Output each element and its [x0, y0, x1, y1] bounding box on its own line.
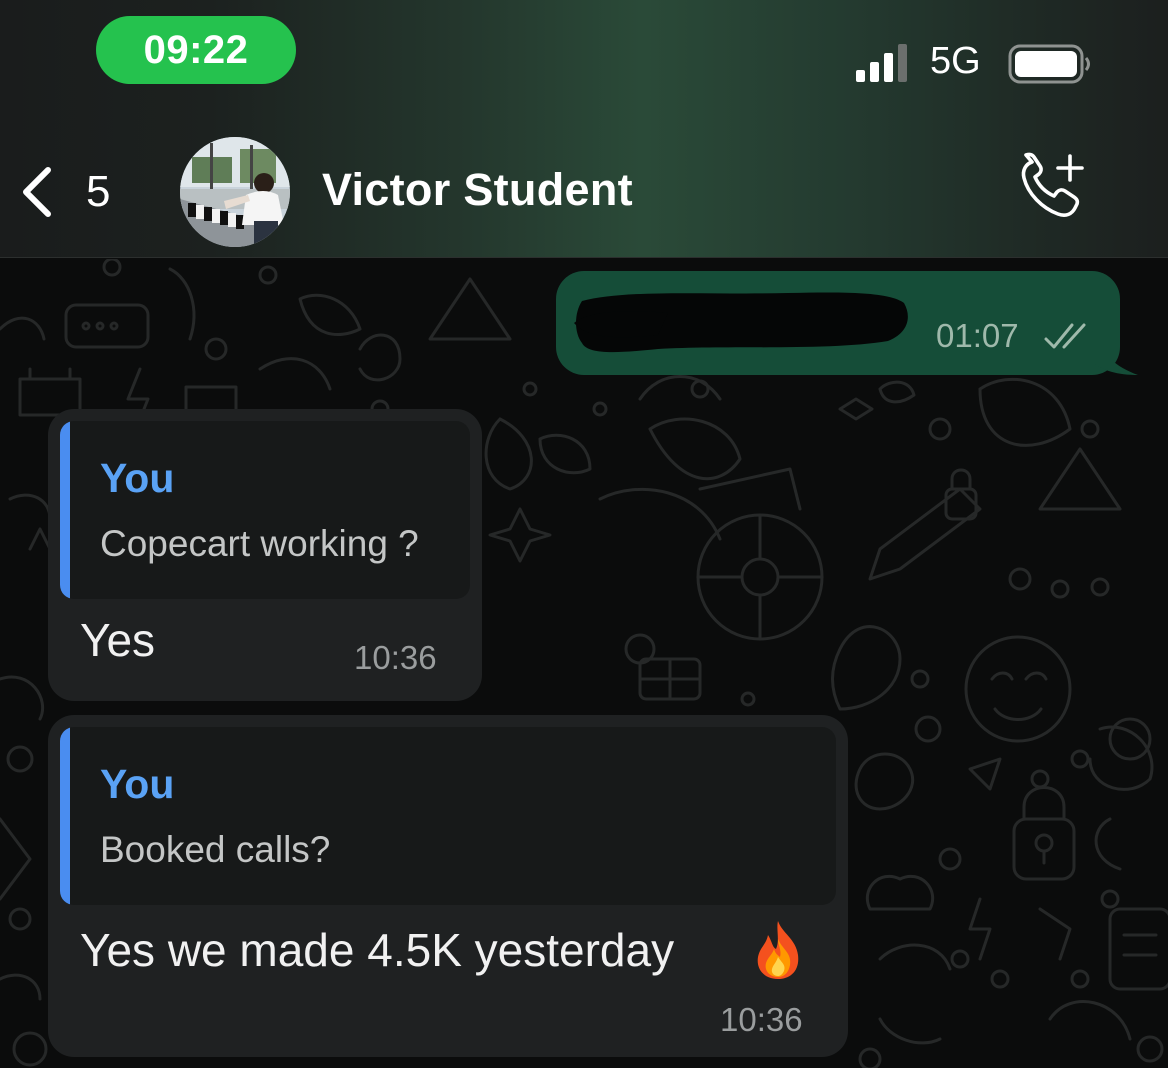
back-button[interactable]: 5 — [18, 160, 128, 224]
message-text: Yes — [80, 614, 156, 666]
chat-header-bar: 09:22 5G 5 Victor Student — [0, 0, 1168, 258]
phone-add-icon[interactable] — [1014, 150, 1090, 226]
quote-author: You — [100, 455, 175, 501]
double-check-icon — [1044, 323, 1086, 349]
contact-name[interactable]: Victor Student — [322, 164, 633, 216]
message-list[interactable]: 01:07 You Copecart working ? Yes 10:36 Y… — [0, 259, 1168, 1068]
message-time: 01:07 — [936, 317, 1019, 354]
incoming-message-bubble[interactable]: You Booked calls? Yes we made 4.5K yeste… — [48, 715, 848, 1057]
status-time-pill[interactable]: 09:22 — [96, 16, 296, 84]
quote-text: Booked calls? — [100, 829, 331, 870]
avatar-photo — [180, 137, 290, 247]
battery-icon — [1008, 44, 1090, 84]
reply-quote[interactable]: You Booked calls? — [60, 727, 836, 905]
fire-emoji — [757, 921, 799, 979]
reply-quote[interactable]: You Copecart working ? — [60, 421, 470, 599]
incoming-message-bubble[interactable]: You Copecart working ? Yes 10:36 — [48, 409, 482, 701]
network-type: 5G — [930, 40, 981, 82]
bubble-tail — [1092, 331, 1138, 375]
status-time: 09:22 — [143, 27, 249, 72]
quote-text: Copecart working ? — [100, 523, 419, 564]
message-time: 10:36 — [354, 639, 437, 676]
contact-avatar[interactable] — [180, 137, 290, 247]
message-time: 10:36 — [720, 1001, 803, 1038]
redacted-message-text — [574, 292, 908, 353]
chevron-left-icon — [23, 167, 51, 217]
unread-count: 5 — [86, 167, 111, 216]
quote-author: You — [100, 761, 175, 807]
message-text: Yes we made 4.5K yesterday — [80, 924, 675, 976]
signal-bars-icon — [856, 44, 907, 82]
